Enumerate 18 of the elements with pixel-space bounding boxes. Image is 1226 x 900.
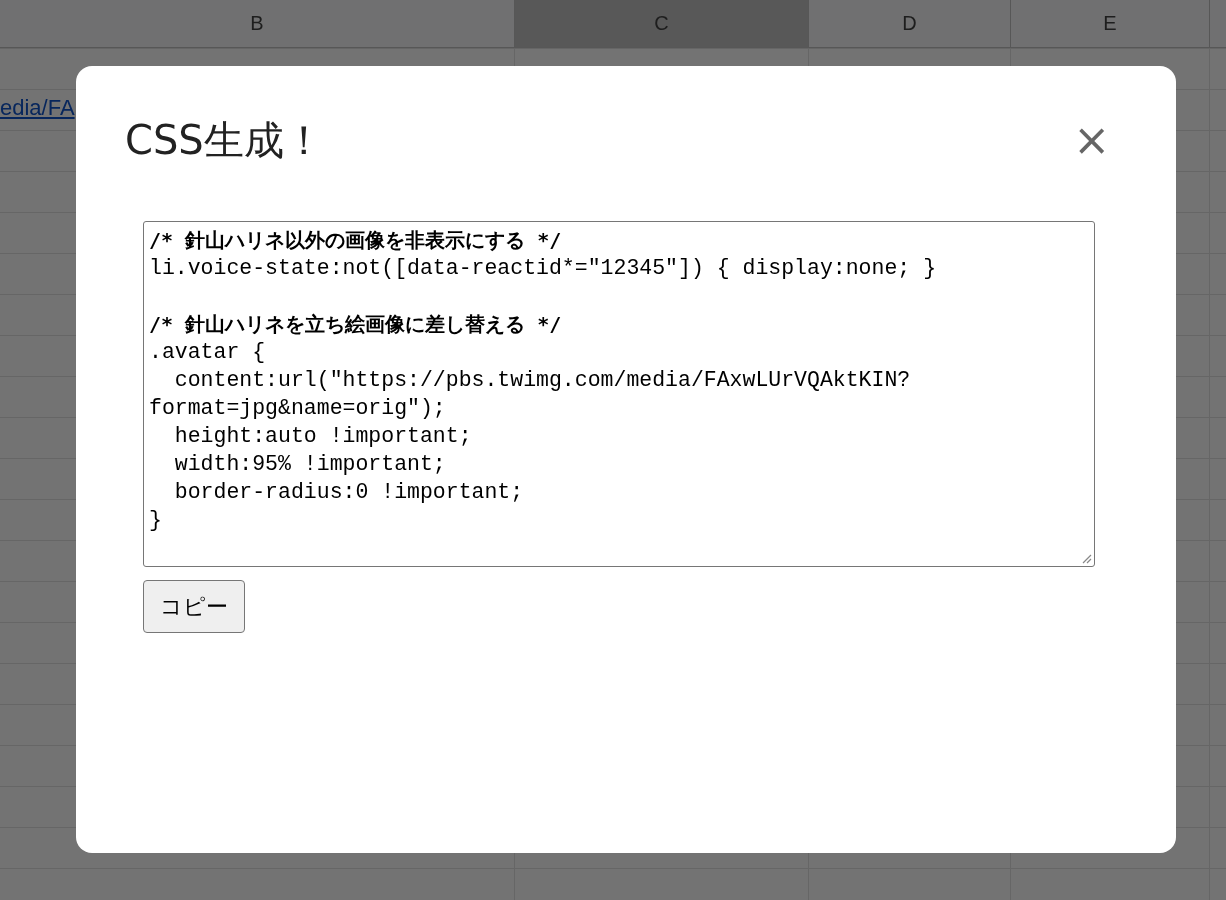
- code-line: height:auto !important;: [173, 423, 472, 450]
- code-comment: /* 針山ハリネを立ち絵画像に差し替える */: [149, 311, 562, 338]
- resize-grip-icon[interactable]: [1080, 552, 1092, 564]
- code-line: li.voice-state:not([data-reactid*="12345"]) { display:none; }: [149, 255, 937, 282]
- copy-button[interactable]: コピー: [143, 580, 245, 633]
- code-line: }: [149, 507, 162, 534]
- column-header[interactable]: C: [515, 0, 809, 47]
- code-line: content:url("https://pbs.twimg.com/media/FAxwLUrVQAktKIN?: [173, 367, 911, 394]
- code-comment: /* 針山ハリネ以外の画像を非表示にする */: [149, 227, 562, 254]
- dialog-title: CSS生成！: [125, 115, 324, 165]
- code-line: border-radius:0 !important;: [173, 479, 524, 506]
- column-header[interactable]: D: [809, 0, 1011, 47]
- column-header[interactable]: E: [1011, 0, 1210, 47]
- code-textarea[interactable]: [143, 221, 1095, 567]
- code-line: width:95% !important;: [173, 451, 446, 478]
- code-line: .avatar {: [149, 339, 266, 366]
- cell-link[interactable]: edia/FA: [0, 95, 75, 121]
- code-line: format=jpg&name=orig");: [149, 395, 446, 422]
